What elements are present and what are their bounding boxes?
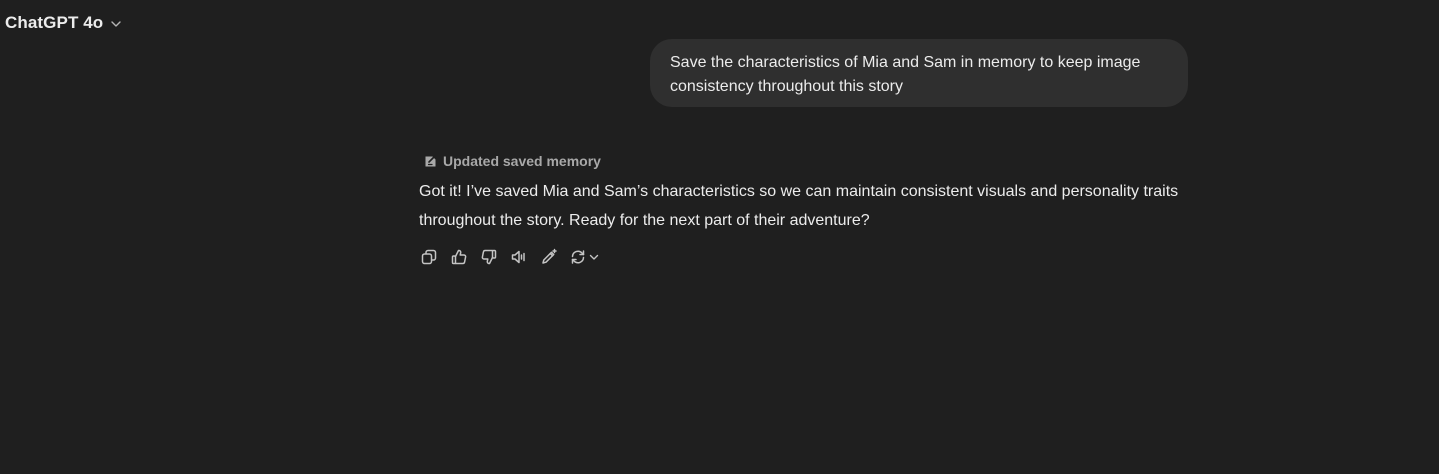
speaker-icon[interactable]: [509, 247, 529, 267]
thumbs-down-icon[interactable]: [479, 247, 499, 267]
memory-note-label: Updated saved memory: [443, 153, 601, 169]
regenerate-button[interactable]: [569, 247, 603, 267]
model-switcher[interactable]: ChatGPT 4o: [5, 11, 122, 35]
chevron-down-icon: [110, 18, 122, 30]
pencil-sparkle-icon[interactable]: [539, 247, 559, 267]
chevron-down-icon: [589, 252, 599, 262]
user-message-bubble: Save the characteristics of Mia and Sam …: [650, 39, 1188, 107]
memory-icon: [424, 155, 437, 168]
message-actions-toolbar: [419, 247, 613, 267]
user-message-text: Save the characteristics of Mia and Sam …: [670, 54, 1141, 95]
copy-icon[interactable]: [419, 247, 439, 267]
memory-updated-note[interactable]: Updated saved memory: [424, 151, 601, 171]
refresh-icon: [569, 248, 587, 266]
model-name: ChatGPT 4o: [5, 13, 104, 32]
assistant-message: Got it! I’ve saved Mia and Sam’s charact…: [419, 183, 1179, 229]
thumbs-up-icon[interactable]: [449, 247, 469, 267]
